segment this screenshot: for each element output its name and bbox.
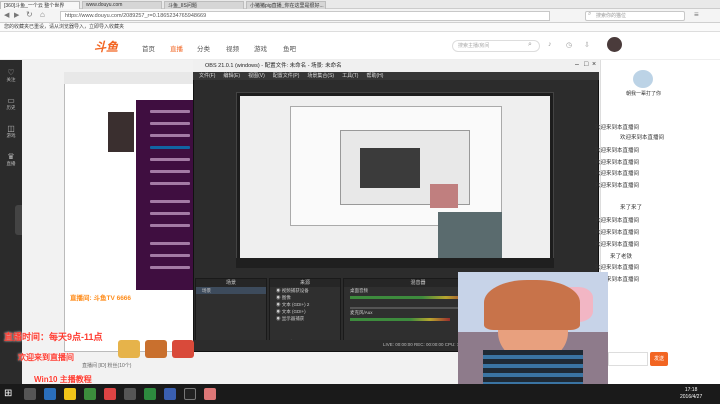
app-icon[interactable]: [104, 388, 116, 400]
source-item[interactable]: ◉ 图像: [270, 294, 340, 301]
overlay-welcome: 欢迎来到直播间: [18, 353, 74, 362]
gift-badge[interactable]: [172, 340, 194, 358]
sidebar-item-live[interactable]: ♛ 直播: [3, 152, 19, 167]
start-icon[interactable]: ⊞: [4, 388, 12, 399]
app-icon[interactable]: [164, 388, 176, 400]
chat-message: 欢迎来到本直播间: [620, 135, 665, 141]
preview-taskbar: [236, 258, 554, 268]
chat-message: 来了来了: [620, 205, 643, 211]
chat-message: 欢迎来到本直播间: [595, 125, 640, 131]
audio-meter: [350, 318, 450, 321]
home-icon[interactable]: ⌂: [40, 10, 45, 19]
minimize-icon[interactable]: –: [575, 61, 579, 68]
nav-live[interactable]: 直播: [170, 43, 183, 53]
chat-message: 来了老铁: [610, 254, 633, 260]
nested-avatar-image: [108, 112, 134, 152]
obs-title-bar: OBS 21.0.1 (windows) - 配置文件: 未命名 - 场景: 未…: [193, 60, 599, 72]
bell-icon[interactable]: ♪: [548, 41, 552, 48]
app-icon[interactable]: [204, 388, 216, 400]
chat-message: 欢迎来到本直播间: [595, 148, 640, 154]
chat-message: 欢迎来到本直播间: [595, 265, 640, 271]
chat-username: 朝我一辈打了你: [626, 91, 662, 97]
chat-message: 欢迎来到本直播间: [595, 160, 640, 166]
nested-browser-bar: [64, 72, 196, 84]
chat-message: 欢迎来到本直播间: [595, 218, 640, 224]
history-icon[interactable]: ◷: [566, 41, 572, 49]
download-icon[interactable]: ⇩: [584, 41, 590, 49]
menu-item[interactable]: 帮助(H): [366, 72, 383, 80]
webcam-overlay: [458, 272, 608, 386]
search-icon[interactable]: ⌕: [528, 41, 532, 49]
site-logo[interactable]: 斗鱼: [94, 38, 118, 55]
chat-input[interactable]: [608, 352, 648, 366]
sidebar-collapse-handle[interactable]: [15, 205, 22, 235]
nav-game[interactable]: 游戏: [254, 43, 267, 53]
refresh-icon[interactable]: ↻: [26, 10, 33, 19]
nav-yuba[interactable]: 鱼吧: [283, 43, 296, 53]
preview-small-cam: [430, 184, 458, 208]
browser-search-input[interactable]: 搜索你的猫位: [585, 11, 685, 21]
browser-tab[interactable]: 斗鱼_IIS问题: [164, 0, 244, 9]
menu-item[interactable]: 工具(T): [342, 72, 358, 80]
close-icon[interactable]: ×: [592, 61, 596, 68]
source-item[interactable]: ◉ 视频捕获设备: [270, 287, 340, 294]
obs-menu-bar: 文件(F) 编辑(E) 视图(V) 配置文件(P) 场景集合(S) 工具(T) …: [193, 72, 599, 80]
menu-item[interactable]: 编辑(E): [223, 72, 240, 80]
source-item[interactable]: ◉ 显示器捕获: [270, 315, 340, 322]
explorer-icon[interactable]: [64, 388, 76, 400]
scene-item[interactable]: 场景: [196, 287, 266, 294]
menu-icon[interactable]: ≡: [694, 10, 699, 19]
gift-badge[interactable]: [145, 340, 167, 358]
source-item[interactable]: ◉ 文本 (GDI+) 2: [270, 301, 340, 308]
gift-badge[interactable]: [118, 340, 140, 358]
app-icon[interactable]: [124, 388, 136, 400]
store-icon[interactable]: [84, 388, 96, 400]
chat-message: 欢迎来到本直播间: [595, 171, 640, 177]
nav-home[interactable]: 首页: [142, 43, 155, 53]
menu-item[interactable]: 文件(F): [199, 72, 215, 80]
nav-category[interactable]: 分类: [197, 43, 210, 53]
menu-item[interactable]: 视图(V): [248, 72, 265, 80]
sidebar-item-history[interactable]: ▭ 历史: [3, 96, 19, 111]
user-avatar: [633, 70, 653, 88]
source-item[interactable]: ◉ 文本 (GDI+): [270, 308, 340, 315]
menu-item[interactable]: 场景集合(S): [307, 72, 334, 80]
url-input[interactable]: https://www.douyu.com/2089257_r=0.186523…: [60, 11, 550, 21]
browser-tab[interactable]: 小猪猪pig直播_你在这里是很好...: [246, 0, 326, 9]
taskview-icon[interactable]: [24, 388, 36, 400]
room-caption: 直播间 [ID] 粉丝(10个): [82, 363, 132, 369]
danmu-text: 直播间: 斗鱼TV 6666: [70, 295, 132, 302]
send-button[interactable]: 发送: [650, 352, 668, 366]
back-icon[interactable]: ◀: [4, 11, 9, 19]
sidebar-item-follow[interactable]: ♡ 关注: [3, 68, 19, 83]
audio-meter: [350, 296, 470, 299]
browser-tab[interactable]: [360]斗鱼_一个云 整个世界: [0, 0, 80, 9]
obs-icon[interactable]: [184, 388, 196, 400]
chat-message: 欢迎来到本直播间: [595, 183, 640, 189]
nav-video[interactable]: 视频: [226, 43, 239, 53]
chat-message: 欢迎来到本直播间: [595, 230, 640, 236]
browser-tab[interactable]: www.douyu.com: [82, 0, 162, 9]
preview-nested-obs: [360, 148, 420, 188]
taskbar-clock[interactable]: 17:18 2016/4/27: [680, 387, 702, 401]
maximize-icon[interactable]: □: [584, 61, 588, 68]
address-bar-row: ◀ ▶ ↻ ⌂ https://www.douyu.com/2089257_r=…: [0, 9, 720, 23]
menu-item[interactable]: 配置文件(P): [273, 72, 300, 80]
sidebar-item-game[interactable]: ◫ 游戏: [3, 124, 19, 139]
browser-tab-bar: [360]斗鱼_一个云 整个世界 www.douyu.com 斗鱼_IIS问题 …: [0, 0, 720, 9]
bookmark-notice: 您的收藏夹已重设，请从浏览器导入，立即导入收藏夹: [0, 23, 720, 32]
chat-message: 欢迎来到本直播间: [595, 242, 640, 248]
site-search-input[interactable]: 搜索主播/房间: [452, 40, 540, 52]
forward-icon[interactable]: ▶: [14, 11, 19, 19]
nested-app-sidebar: [136, 100, 196, 290]
avatar[interactable]: [607, 37, 622, 52]
search-icon: ⌕: [588, 11, 592, 17]
browser-icon[interactable]: [144, 388, 156, 400]
edge-icon[interactable]: [44, 388, 56, 400]
overlay-schedule: 直播时间：每天9点-11点: [4, 332, 103, 342]
